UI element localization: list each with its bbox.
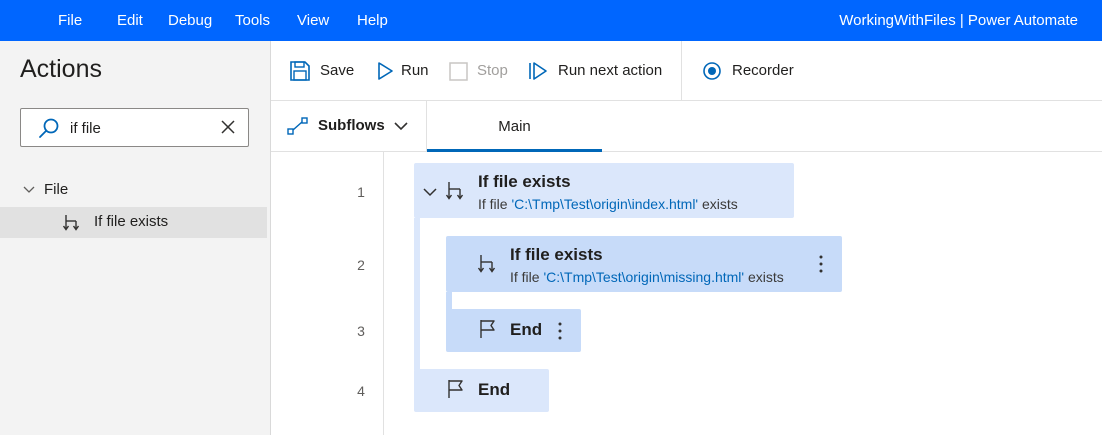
play-icon	[378, 62, 393, 80]
search-icon	[39, 118, 59, 138]
menu-help[interactable]: Help	[357, 0, 388, 41]
chevron-down-icon[interactable]	[423, 187, 437, 197]
chevron-down-icon[interactable]	[23, 185, 35, 195]
subflows-label: Subflows	[318, 117, 385, 134]
tab-main[interactable]: Main	[427, 101, 602, 152]
flag-icon	[448, 380, 463, 398]
save-button[interactable]: Save	[289, 41, 359, 101]
tabs-row: Subflows Main	[271, 101, 1102, 152]
flow-step-if-file-exists-nested[interactable]: If file exists If file 'C:\Tmp\Test\orig…	[446, 236, 842, 292]
run-button[interactable]: Run	[374, 41, 434, 101]
if-file-exists-icon	[445, 182, 464, 200]
menu-debug[interactable]: Debug	[168, 0, 212, 41]
more-options-icon[interactable]	[557, 321, 563, 341]
subflows-dropdown[interactable]: Subflows	[271, 101, 426, 152]
tree-item-if-file-exists[interactable]: If file exists	[0, 207, 267, 238]
step-title: If file exists	[478, 172, 571, 191]
run-next-action-label: Run next action	[558, 62, 663, 79]
menu-file[interactable]: File	[58, 0, 82, 41]
record-icon	[703, 62, 721, 80]
flow-canvas: 1 2 3 4 If file exists If file 'C:\Tmp\T…	[271, 152, 1102, 435]
stop-icon	[449, 62, 468, 81]
desc-suffix: exists	[698, 196, 738, 212]
if-file-exists-icon	[477, 255, 496, 273]
clear-search-icon[interactable]	[220, 119, 236, 135]
step-title: End	[478, 380, 511, 399]
outer-block-connector	[414, 218, 420, 370]
toolbar: Save Run Stop Run next action Recorder	[271, 41, 1102, 101]
menu-bar: File Edit Debug Tools View Help WorkingW…	[0, 0, 1102, 41]
stop-button[interactable]: Stop	[448, 41, 510, 101]
flow-step-end[interactable]: End	[414, 369, 549, 412]
chevron-down-icon	[394, 122, 408, 131]
stop-label: Stop	[477, 62, 508, 79]
line-number: 3	[357, 323, 365, 339]
flow-step-if-file-exists[interactable]: If file exists If file 'C:\Tmp\Test\orig…	[414, 163, 794, 218]
actions-title: Actions	[20, 55, 102, 83]
step-title: If file exists	[510, 245, 603, 264]
recorder-label: Recorder	[732, 62, 794, 79]
desc-suffix: exists	[744, 269, 784, 285]
step-description: If file 'C:\Tmp\Test\origin\index.html' …	[478, 196, 738, 212]
file-path-link[interactable]: 'C:\Tmp\Test\origin\missing.html'	[543, 269, 744, 285]
actions-search-box[interactable]	[20, 108, 249, 147]
line-number: 4	[357, 383, 365, 399]
toolbar-divider	[681, 41, 682, 101]
window-title: WorkingWithFiles | Power Automate	[839, 12, 1078, 29]
menu-edit[interactable]: Edit	[117, 0, 143, 41]
desc-prefix: If file	[510, 269, 544, 285]
menu-view[interactable]: View	[297, 0, 329, 41]
save-label: Save	[320, 62, 355, 79]
if-file-exists-icon	[63, 215, 80, 231]
line-number: 2	[357, 257, 365, 273]
run-label: Run	[401, 62, 429, 79]
flow-step-end-nested[interactable]: End	[446, 309, 581, 352]
file-path-link[interactable]: 'C:\Tmp\Test\origin\index.html'	[511, 196, 698, 212]
save-icon	[290, 61, 310, 81]
tree-item-label: If file exists	[94, 213, 169, 230]
step-description: If file 'C:\Tmp\Test\origin\missing.html…	[510, 269, 784, 285]
desc-prefix: If file	[478, 196, 512, 212]
flag-icon	[480, 320, 495, 338]
recorder-button[interactable]: Recorder	[702, 41, 802, 101]
subflows-icon	[287, 117, 308, 135]
actions-panel: Actions File If file exists	[0, 41, 271, 435]
gutter-divider	[383, 152, 384, 435]
actions-search-input[interactable]	[70, 117, 210, 139]
line-number: 1	[357, 184, 365, 200]
step-forward-icon	[529, 62, 547, 80]
tree-group-label: File	[44, 181, 69, 198]
tab-main-label: Main	[498, 118, 531, 135]
menu-tools[interactable]: Tools	[235, 0, 270, 41]
step-title: End	[510, 320, 543, 339]
run-next-action-button[interactable]: Run next action	[527, 41, 667, 101]
more-options-icon[interactable]	[818, 254, 824, 274]
